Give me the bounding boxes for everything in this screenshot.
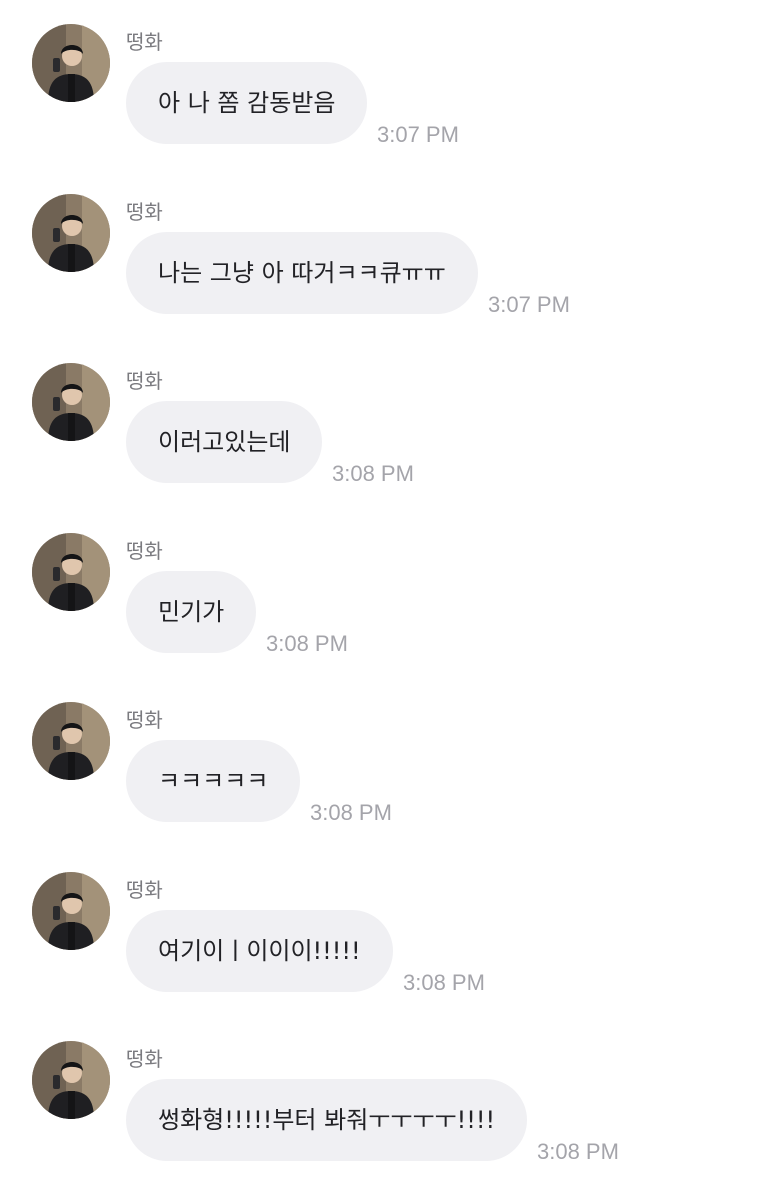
message-row: 떵화 ㅋㅋㅋㅋㅋ 3:08 PM (0, 702, 774, 852)
message-bubble[interactable]: 아 나 쫌 감동받음 (126, 62, 368, 144)
message-bubble[interactable]: 여기이ㅣ이이이!!!!! (126, 909, 393, 992)
user-photo-avatar-icon (32, 363, 110, 441)
message-timestamp: 3:08 PM (310, 800, 392, 825)
user-photo-avatar-icon (32, 702, 110, 780)
avatar[interactable] (32, 532, 110, 611)
message-timestamp: 3:08 PM (537, 1139, 619, 1164)
sender-name: 떵화 (126, 538, 163, 563)
message-text: 여기이ㅣ이이이!!!!! (158, 936, 361, 965)
user-photo-avatar-icon (32, 193, 110, 272)
message-text: 이러고있는데 (158, 428, 291, 456)
avatar[interactable] (32, 1041, 110, 1119)
message-text: ㅋㅋㅋㅋㅋ (158, 767, 269, 795)
avatar[interactable] (32, 193, 110, 272)
sender-name: 떵화 (126, 708, 163, 732)
message-timestamp: 3:07 PM (488, 291, 570, 317)
message-timestamp: 3:08 PM (332, 461, 414, 486)
user-photo-avatar-icon (32, 871, 110, 950)
message-row: 떵화 썽화형!!!!!부터 봐줘ㅜㅜㅜㅜ!!!! 3:08 PM (0, 1041, 774, 1191)
message-bubble[interactable]: 썽화형!!!!!부터 봐줘ㅜㅜㅜㅜ!!!! (126, 1079, 528, 1161)
message-row: 떵화 아 나 쫌 감동받음 3:07 PM (0, 24, 774, 174)
sender-name: 떵화 (126, 199, 163, 224)
message-text: 민기가 (158, 597, 225, 626)
message-bubble[interactable]: 이러고있는데 (126, 401, 323, 483)
message-bubble[interactable]: 민기가 (126, 570, 257, 653)
avatar[interactable] (32, 363, 110, 441)
user-photo-avatar-icon (32, 24, 110, 102)
message-bubble[interactable]: ㅋㅋㅋㅋㅋ (126, 740, 301, 822)
message-bubble[interactable]: 나는 그냥 아 따거ㅋㅋ큐ㅠㅠ (126, 231, 478, 314)
message-text: 아 나 쫌 감동받음 (158, 89, 336, 117)
user-photo-avatar-icon (32, 1041, 110, 1119)
message-text: 나는 그냥 아 따거ㅋㅋ큐ㅠㅠ (158, 258, 446, 287)
avatar[interactable] (32, 24, 110, 102)
sender-name: 떵화 (126, 877, 163, 902)
message-row: 떵화 여기이ㅣ이이이!!!!! 3:08 PM (0, 871, 774, 1022)
avatar[interactable] (32, 871, 110, 950)
sender-name: 떵화 (126, 30, 163, 54)
sender-name: 떵화 (126, 369, 163, 393)
message-timestamp: 3:07 PM (377, 122, 459, 147)
message-timestamp: 3:08 PM (266, 630, 348, 656)
message-text: 썽화형!!!!!부터 봐줘ㅜㅜㅜㅜ!!!! (158, 1106, 496, 1134)
chat-thread[interactable]: 떵화 아 나 쫌 감동받음 3:07 PM 떵화 나는 그냥 아 따거ㅋㅋ큐ㅠㅠ… (0, 0, 774, 1200)
sender-name: 떵화 (126, 1047, 163, 1071)
message-row: 떵화 이러고있는데 3:08 PM (0, 363, 774, 513)
message-row: 떵화 민기가 3:08 PM (0, 532, 774, 683)
user-photo-avatar-icon (32, 532, 110, 611)
message-timestamp: 3:08 PM (403, 969, 485, 995)
message-row: 떵화 나는 그냥 아 따거ㅋㅋ큐ㅠㅠ 3:07 PM (0, 193, 774, 344)
avatar[interactable] (32, 702, 110, 780)
